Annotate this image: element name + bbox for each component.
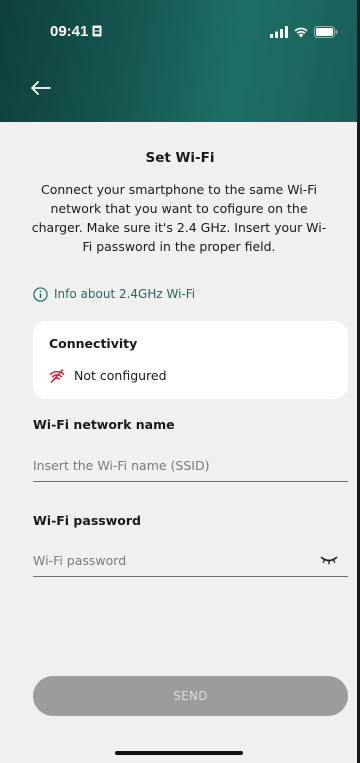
connectivity-status-text: Not configured (74, 368, 167, 383)
battery-icon (314, 26, 338, 38)
send-button[interactable]: SEND (33, 676, 348, 716)
status-bar: 09:41 (0, 0, 357, 60)
info-icon (33, 286, 48, 302)
password-label: Wi-Fi password (33, 513, 141, 528)
info-link[interactable]: Info about 2.4GHz Wi-Fi (33, 285, 195, 303)
status-time: 09:41 (50, 23, 89, 40)
connectivity-card: Connectivity Not configured (33, 321, 348, 399)
password-input[interactable] (33, 552, 348, 568)
app-header: 09:41 (0, 0, 357, 122)
back-arrow-icon[interactable] (28, 78, 54, 98)
ssid-field[interactable] (33, 449, 348, 482)
info-link-label[interactable]: Info about 2.4GHz Wi-Fi (54, 287, 195, 301)
page-title: Set Wi-Fi (145, 150, 215, 166)
signal-icon (270, 26, 288, 38)
home-indicator (115, 751, 243, 755)
ssid-label: Wi-Fi network name (33, 417, 175, 432)
ssid-input[interactable] (33, 457, 348, 473)
connectivity-status: Not configured (49, 368, 167, 383)
phone-screen: 09:41 Set Wi-Fi Connect your smartphone … (0, 0, 360, 763)
wifi-icon (294, 27, 308, 38)
wifi-off-icon (49, 368, 65, 383)
sim-card-icon (92, 25, 102, 37)
page-description: Connect your smartphone to the same Wi-F… (31, 182, 327, 254)
password-field[interactable] (33, 544, 348, 577)
eye-closed-icon[interactable] (320, 555, 338, 565)
connectivity-title: Connectivity (49, 336, 138, 351)
main-content: Set Wi-Fi Connect your smartphone to the… (0, 122, 357, 763)
